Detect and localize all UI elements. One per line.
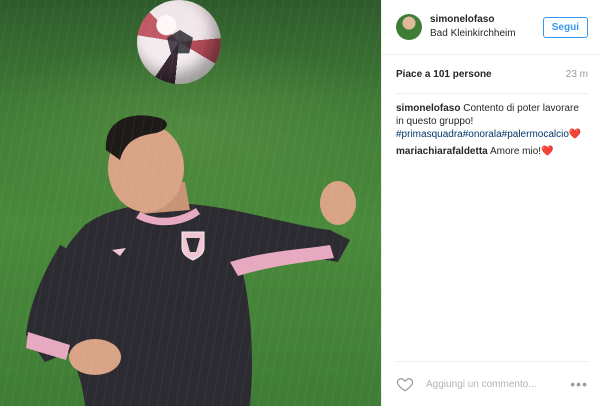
post-footer: ••• [396,361,588,406]
location-link[interactable]: Bad Kleinkirchheim [430,27,543,41]
post-details-panel: simonelofaso Bad Kleinkirchheim Segui Pi… [381,0,600,406]
instagram-post: simonelofaso Bad Kleinkirchheim Segui Pi… [0,0,600,406]
hashtag-link[interactable]: #onorala [463,129,502,140]
comments-list: simonelofaso Contento di poter lavorare … [382,94,600,158]
comment-text: Amore mio! [489,146,542,157]
follow-button[interactable]: Segui [542,16,588,38]
post-meta: Piace a 101 persone 23 m [396,55,588,94]
hashtag-link[interactable]: #primasquadra [396,129,463,140]
post-header: simonelofaso Bad Kleinkirchheim Segui [382,0,600,55]
heart-emoji-icon: ❤️ [541,146,554,157]
hashtag-link[interactable]: #palermocalcio [502,129,569,140]
heart-emoji-icon: ❤️ [568,129,582,140]
comment-item: mariachiarafaldetta Amore mio!❤️ [396,145,588,158]
add-comment-input[interactable] [424,377,571,391]
caption-comment: simonelofaso Contento di poter lavorare … [396,102,588,141]
user-info: simonelofaso Bad Kleinkirchheim [430,13,543,41]
caption-username[interactable]: simonelofaso [396,103,460,114]
rain-overlay [0,0,381,406]
comment-username[interactable]: mariachiarafaldetta [396,146,488,157]
user-avatar[interactable] [396,14,422,40]
heart-outline-icon[interactable] [396,375,414,393]
likes-count[interactable]: Piace a 101 persone [396,69,492,80]
more-horizontal-icon[interactable]: ••• [570,376,588,392]
post-time: 23 m [565,68,588,80]
post-photo[interactable] [0,0,381,406]
username-link[interactable]: simonelofaso [430,13,543,27]
